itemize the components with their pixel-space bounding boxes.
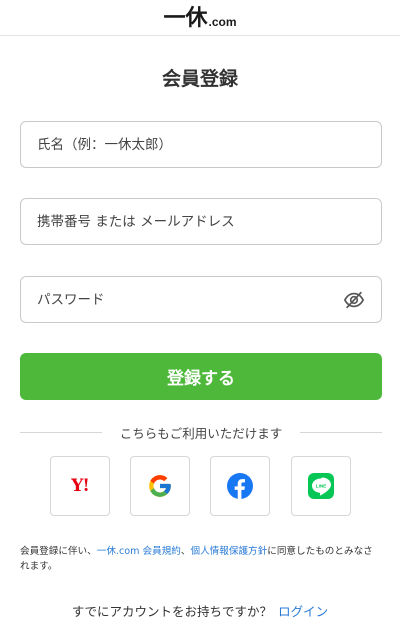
login-row: すでにアカウントをお持ちですか？ ログイン: [0, 601, 400, 620]
eye-slash-icon[interactable]: [343, 289, 365, 311]
ikyu-logo[interactable]: 一休 .com: [163, 6, 236, 30]
login-link[interactable]: ログイン: [278, 604, 328, 619]
privacy-policy-link[interactable]: 個人情報保護方針: [191, 546, 268, 557]
line-icon: LINE: [308, 473, 334, 499]
google-login-button[interactable]: [130, 456, 190, 516]
divider-line-right: [300, 432, 383, 433]
contact-input[interactable]: [37, 213, 365, 230]
facebook-login-button[interactable]: [210, 456, 270, 516]
social-divider: こちらもご利用いただけます: [20, 423, 383, 442]
divider-line-left: [20, 432, 102, 433]
password-field[interactable]: [20, 276, 382, 323]
password-input[interactable]: [37, 291, 335, 308]
google-icon: [149, 475, 171, 497]
register-button[interactable]: 登録する: [20, 353, 382, 400]
logo-kanji: 一休: [163, 4, 208, 31]
page-title: 会員登録: [161, 68, 238, 90]
header-bar: 一休 .com: [0, 0, 400, 36]
terms-text: 会員登録に伴い、一休.com 会員規約、個人情報保護方針に同意したものとみなされ…: [20, 544, 382, 574]
name-field[interactable]: [20, 121, 382, 168]
line-login-button[interactable]: LINE: [291, 456, 351, 516]
name-input[interactable]: [37, 136, 365, 153]
contact-field[interactable]: [20, 198, 382, 245]
logo-suffix: .com: [208, 14, 237, 29]
terms-separator: 、: [180, 546, 191, 557]
terms-prefix: 会員登録に伴い、: [20, 546, 97, 557]
yahoo-icon: Y!: [71, 476, 90, 496]
divider-text: こちらもご利用いただけます: [119, 426, 283, 441]
facebook-icon: [227, 473, 253, 499]
terms-link[interactable]: 一休.com 会員規約: [97, 546, 181, 557]
login-question: すでにアカウントをお持ちですか？: [71, 604, 273, 619]
yahoo-login-button[interactable]: Y!: [50, 456, 110, 516]
line-icon-label: LINE: [316, 484, 326, 489]
